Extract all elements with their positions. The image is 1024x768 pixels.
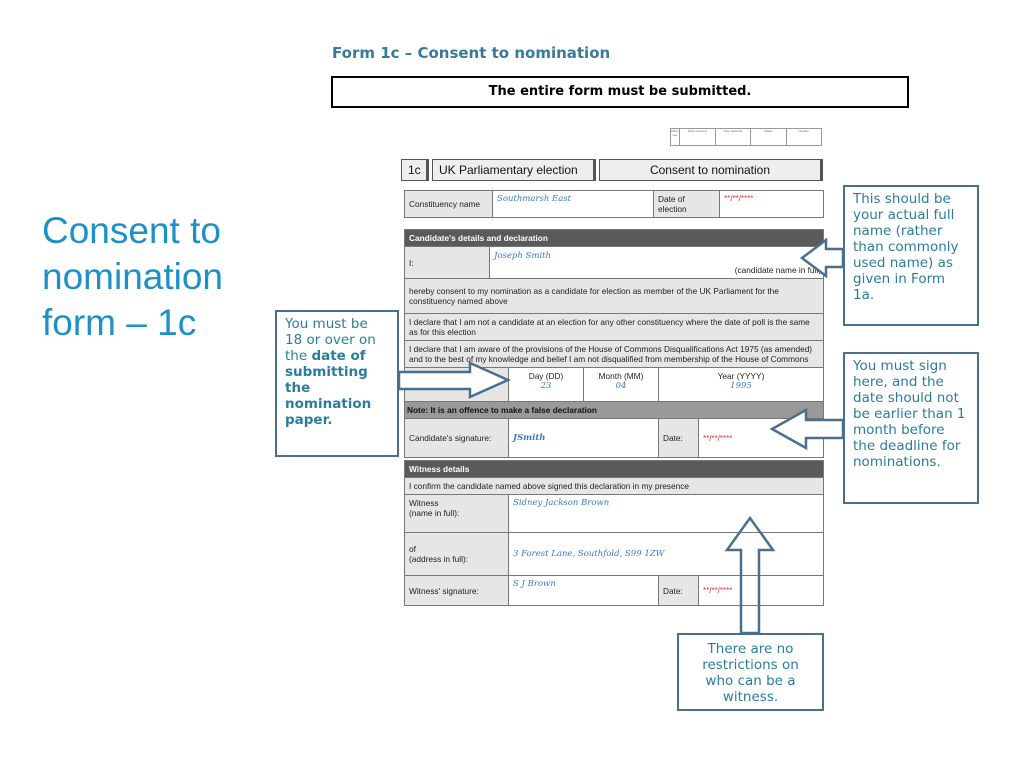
arrow-left-to-name-icon — [799, 237, 845, 279]
arrow-up-to-witness-icon — [724, 515, 776, 635]
arrows-layer — [397, 237, 845, 635]
arrow-left-to-date-icon — [769, 407, 845, 451]
arrow-right-to-dob-icon — [397, 361, 512, 399]
